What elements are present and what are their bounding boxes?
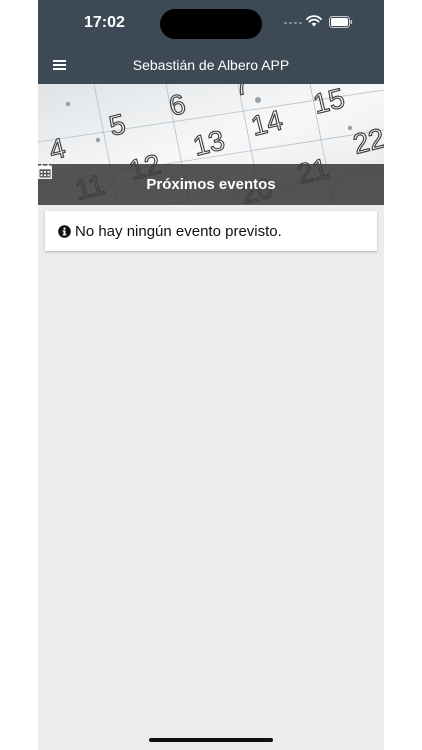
- status-bar: 17:02: [38, 0, 384, 48]
- section-title: Próximos eventos: [146, 176, 276, 193]
- banner-number: 22: [350, 122, 384, 160]
- banner-caption: Próximos eventos: [38, 164, 384, 205]
- dynamic-island: [160, 9, 262, 39]
- battery-icon: [329, 16, 353, 28]
- empty-events-message: No hay ningún evento previsto.: [75, 222, 282, 240]
- events-banner: 4 5 6 7 13 14 15 11 12 20 21 22: [38, 84, 384, 205]
- calendar-icon: [38, 164, 52, 179]
- empty-events-card: No hay ningún evento previsto.: [45, 211, 377, 251]
- wifi-icon: [306, 15, 322, 27]
- info-circle-icon: [58, 224, 71, 238]
- status-time: 17:02: [84, 14, 125, 31]
- app-header: Sebastián de Albero APP: [38, 48, 384, 85]
- signal-dots-icon: [284, 22, 302, 24]
- app-title: Sebastián de Albero APP: [132, 57, 290, 73]
- home-indicator[interactable]: [149, 738, 273, 742]
- app-screen: 17:02 Sebastián de Albero APP 4 5 6 7 13…: [38, 0, 384, 750]
